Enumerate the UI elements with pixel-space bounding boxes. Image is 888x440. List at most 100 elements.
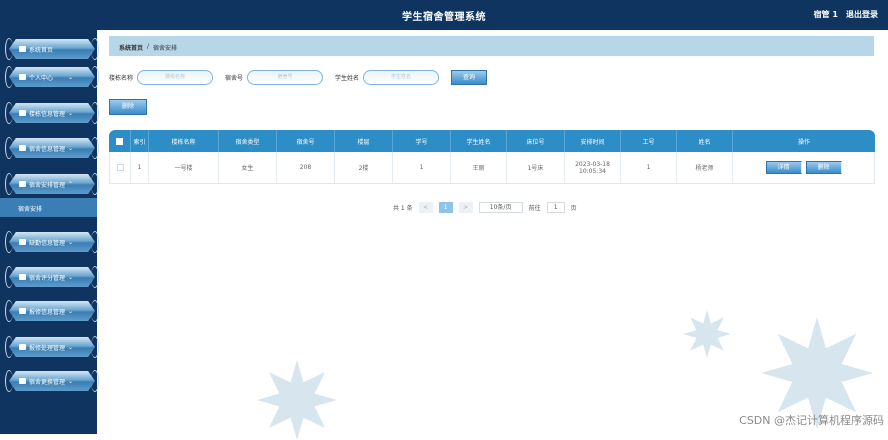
pagination: 共 1 条 < 1 > 10条/页 前往 1 页 xyxy=(393,202,577,213)
sidebar-item-dorm-change[interactable]: 宿舍更换管理⌄ xyxy=(5,370,109,392)
sidebar-item-building[interactable]: 楼栋信息管理⌄ xyxy=(5,102,109,124)
row-delete-button[interactable]: 删除 xyxy=(806,161,842,174)
header-cell: 操作 xyxy=(733,130,875,152)
sidebar: 系统首页 个人中心⌄ 楼栋信息管理⌄ 宿舍信息管理⌄ 宿舍安排管理⌃ 宿舍安排 … xyxy=(0,30,97,434)
username[interactable]: 宿管 1 xyxy=(814,9,838,20)
sidebar-item-label: 宿舍更换管理 xyxy=(29,377,65,386)
user-area: 宿管 1 退出登录 xyxy=(814,9,878,20)
header-cell: 工号 xyxy=(621,130,677,152)
sidebar-item-label: 系统首页 xyxy=(29,45,53,54)
sidebar-item-label: 报修信息管理 xyxy=(29,307,65,316)
sidebar-item-label: 个人中心 xyxy=(29,73,53,82)
row-checkbox[interactable] xyxy=(117,164,124,171)
building-input[interactable]: 楼栋名称 xyxy=(137,70,213,85)
table-row: 1 一号楼 女生 208 2楼 1 王丽 1号床 2023-03-18 10:0… xyxy=(109,152,875,184)
table-cell: 1 xyxy=(131,152,149,183)
app-title: 学生宿舍管理系统 xyxy=(0,8,888,23)
goto-page-input[interactable]: 1 xyxy=(547,202,565,213)
sidebar-item-repair-handle[interactable]: 报修处理管理⌄ xyxy=(5,336,109,358)
grid-icon xyxy=(19,145,26,151)
page-unit-label: 页 xyxy=(571,203,577,212)
prev-page-button[interactable]: < xyxy=(419,202,433,213)
star-decoration xyxy=(257,360,337,440)
detail-button[interactable]: 详情 xyxy=(766,161,802,174)
watermark-text: CSDN @杰记计算机程序源码 xyxy=(739,412,884,428)
query-button[interactable]: 查询 xyxy=(451,70,487,85)
tool-icon xyxy=(19,308,26,314)
grid-icon xyxy=(19,110,26,116)
chevron-down-icon: ⌄ xyxy=(68,145,73,152)
header-cell: 学号 xyxy=(393,130,451,152)
chevron-down-icon: ⌄ xyxy=(68,239,73,246)
header-cell: 楼层 xyxy=(335,130,393,152)
table-cell: 2023-03-18 10:05:34 xyxy=(565,152,621,183)
page-size-select[interactable]: 10条/页 xyxy=(479,202,523,213)
chevron-down-icon: ⌄ xyxy=(68,308,73,315)
student-input[interactable]: 学生姓名 xyxy=(363,70,439,85)
table-header: 索引 楼栋名称 宿舍类型 宿舍号 楼层 学号 学生姓名 床位号 安排时间 工号 … xyxy=(109,130,875,152)
goto-label: 前往 xyxy=(529,203,541,212)
home-icon xyxy=(19,46,26,52)
chevron-down-icon: ⌄ xyxy=(68,74,73,81)
sidebar-item-label: 报修处理管理 xyxy=(29,343,65,352)
sidebar-item-repair-info[interactable]: 报修信息管理⌄ xyxy=(5,300,109,322)
sidebar-item-home[interactable]: 系统首页 xyxy=(5,38,109,60)
breadcrumb-home[interactable]: 系统首页 xyxy=(119,43,143,49)
breadcrumb-separator: / xyxy=(147,43,149,49)
table-cell: 2楼 xyxy=(335,152,393,183)
header-cell: 宿舍号 xyxy=(277,130,335,152)
grid-icon xyxy=(19,344,26,350)
header-cell: 楼栋名称 xyxy=(149,130,219,152)
data-table: 索引 楼栋名称 宿舍类型 宿舍号 楼层 学号 学生姓名 床位号 安排时间 工号 … xyxy=(109,130,875,184)
select-all-checkbox[interactable] xyxy=(116,138,123,145)
header-cell: 床位号 xyxy=(507,130,565,152)
header-cell: 姓名 xyxy=(677,130,733,152)
table-cell: 王丽 xyxy=(451,152,507,183)
next-page-button[interactable]: > xyxy=(459,202,473,213)
sidebar-item-label: 楼栋信息管理 xyxy=(29,109,65,118)
grid-icon xyxy=(19,181,26,187)
breadcrumb: 系统首页 / 宿舍安排 xyxy=(109,36,874,56)
room-input[interactable]: 宿舍号 xyxy=(247,70,323,85)
room-label: 宿舍号 xyxy=(225,73,243,82)
chevron-down-icon: ⌄ xyxy=(68,378,73,385)
sidebar-item-dorm-arrange[interactable]: 宿舍安排管理⌃ xyxy=(5,173,109,195)
header-cell: 安排时间 xyxy=(565,130,621,152)
header-cell: 宿舍类型 xyxy=(219,130,277,152)
header-cell: 索引 xyxy=(131,130,149,152)
actions-cell: 详情 删除 xyxy=(733,152,874,183)
table-cell: 杨老师 xyxy=(677,152,733,183)
table-cell: 208 xyxy=(277,152,335,183)
star-decoration xyxy=(683,310,731,358)
sidebar-item-dorm-info[interactable]: 宿舍信息管理⌄ xyxy=(5,137,109,159)
table-cell: 一号楼 xyxy=(149,152,219,183)
search-bar: 楼栋名称 楼栋名称 宿舍号 宿舍号 学生姓名 学生姓名 查询 xyxy=(109,70,487,85)
table-cell: 1号床 xyxy=(507,152,565,183)
sidebar-item-profile[interactable]: 个人中心 ⌄ xyxy=(5,66,109,88)
chevron-down-icon: ⌄ xyxy=(68,274,73,281)
sidebar-item-label: 宿舍信息管理 xyxy=(29,144,65,153)
table-cell: 1 xyxy=(393,152,451,183)
select-all-cell[interactable] xyxy=(109,130,131,152)
table-cell: 女生 xyxy=(219,152,277,183)
main-content: 系统首页 / 宿舍安排 楼栋名称 楼栋名称 宿舍号 宿舍号 学生姓名 学生姓名 … xyxy=(97,30,888,434)
sidebar-item-score[interactable]: 宿舍评分管理⌄ xyxy=(5,266,109,288)
total-count: 共 1 条 xyxy=(393,203,413,212)
batch-delete-button[interactable]: 删除 xyxy=(109,99,147,115)
swap-icon xyxy=(19,378,26,384)
page-number-button[interactable]: 1 xyxy=(439,202,453,213)
clipboard-icon xyxy=(19,239,26,245)
sidebar-item-absence[interactable]: 缺勤信息管理⌄ xyxy=(5,231,109,253)
row-select-cell[interactable] xyxy=(110,152,131,183)
grid-icon xyxy=(19,274,26,280)
table-cell: 1 xyxy=(621,152,677,183)
chevron-down-icon: ⌄ xyxy=(68,344,73,351)
sidebar-item-label: 宿舍评分管理 xyxy=(29,273,65,282)
chevron-up-icon: ⌃ xyxy=(68,181,73,188)
logout-link[interactable]: 退出登录 xyxy=(846,9,878,20)
sidebar-item-label: 缺勤信息管理 xyxy=(29,238,65,247)
header-cell: 学生姓名 xyxy=(451,130,507,152)
sidebar-subitem-dorm-arrange[interactable]: 宿舍安排 xyxy=(0,198,97,217)
breadcrumb-current: 宿舍安排 xyxy=(153,43,177,49)
student-label: 学生姓名 xyxy=(335,73,359,82)
